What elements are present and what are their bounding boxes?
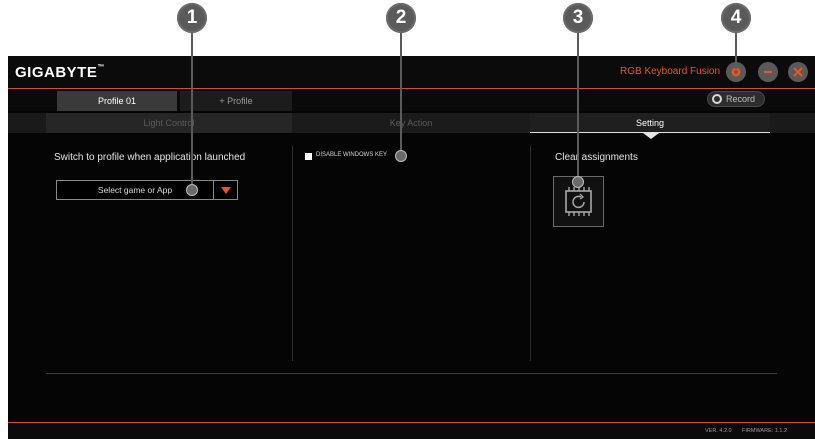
callout-dot-3 [572,176,584,188]
close-icon[interactable] [788,62,808,82]
disable-windows-key-checkbox[interactable] [305,153,312,160]
select-divider [213,181,214,199]
tab-light-control[interactable]: Light Control [46,113,292,133]
tab-setting[interactable]: Setting [530,113,770,133]
callout-3: 3 [563,3,593,33]
minimize-icon[interactable] [758,62,778,82]
callout-1: 1 [177,3,207,33]
tab-add-profile[interactable]: + Profile [180,91,292,111]
column-divider [530,146,531,361]
title-bar: GIGABYTE™ RGB Keyboard Fusion [8,56,815,89]
gigabyte-logo: GIGABYTE™ [15,64,105,81]
app-window: GIGABYTE™ RGB Keyboard Fusion Profile 01… [8,56,815,439]
callout-2: 2 [386,3,416,33]
active-tab-caret-icon [643,133,659,139]
status-bar: VER. 4.2.0 FIRMWARE: 1.1.2 [8,422,815,439]
record-label: Record [726,94,756,104]
callout-line-3 [577,33,579,179]
record-icon [712,94,722,104]
disable-windows-key-label: DISABLE WINDOWS KEY [316,152,388,158]
tab-key-action[interactable]: Key Action [292,113,530,133]
main-tabs: Light Control Key Action Setting [8,113,815,133]
callout-line-4 [735,33,737,69]
callout-line-2 [400,33,402,153]
callout-dot-2 [395,150,407,162]
callout-4: 4 [721,3,751,33]
record-button[interactable]: Record [707,91,765,107]
callout-dot-1 [186,184,198,196]
content-bottom-divider [46,373,777,374]
product-name: RGB Keyboard Fusion [620,66,721,77]
version-label: VER. 4.2.0 [705,428,732,434]
dropdown-arrow-icon[interactable] [221,187,231,194]
tab-profile-01[interactable]: Profile 01 [57,91,177,111]
callout-line-1 [191,33,193,188]
column-divider [292,146,293,361]
app-select[interactable]: Select game or App [56,180,238,200]
firmware-label: FIRMWARE: 1.1.2 [742,428,788,434]
profile-bar: Profile 01 + Profile Record [8,89,815,111]
profile-switch-heading: Switch to profile when application launc… [54,152,246,163]
clear-assignments-heading: Clear assignments [555,152,638,163]
